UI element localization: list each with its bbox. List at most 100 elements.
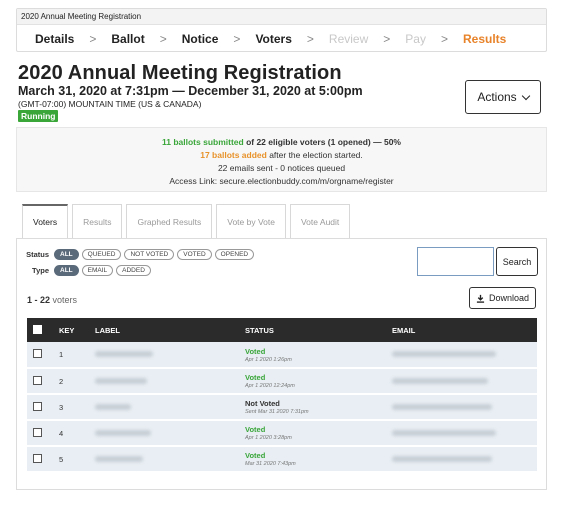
col-key[interactable]: KEY (53, 318, 89, 342)
election-dates: March 31, 2020 at 7:31pm — December 31, … (18, 84, 363, 98)
row-checkbox[interactable] (33, 427, 42, 437)
row-select-cell (27, 394, 53, 420)
tab-graphed-results[interactable]: Graphed Results (126, 204, 213, 239)
actions-button[interactable]: Actions (465, 80, 541, 114)
status-filter-queued[interactable]: QUEUED (81, 249, 122, 260)
row-key: 2 (59, 376, 64, 386)
row-checkbox[interactable] (33, 375, 42, 385)
step-separator-icon: > (159, 32, 167, 46)
added-count: 17 ballots added (200, 150, 267, 160)
status-text: Voted (245, 346, 266, 356)
row-checkbox[interactable] (33, 401, 42, 411)
row-label (89, 420, 239, 446)
row-status: Voted Apr 1 2020 12:24pm (239, 368, 386, 394)
voter-count-suffix: voters (50, 295, 78, 305)
summary-added: 17 ballots added after the election star… (17, 149, 546, 162)
results-summary: 11 ballots submitted of 22 eligible vote… (16, 127, 547, 192)
row-key: 4 (59, 428, 64, 438)
select-all-cell (27, 318, 53, 342)
wizard-step-review: Review (328, 32, 369, 46)
step-separator-icon: > (440, 32, 448, 46)
redacted-email (392, 377, 488, 384)
row-checkbox[interactable] (33, 349, 42, 358)
wizard-steps: Details > Ballot > Notice > Voters > Review > Pay >… (17, 25, 546, 53)
table-row[interactable]: 4 Voted Apr 1 2020 3:28pm (27, 420, 537, 446)
redacted-label (95, 351, 153, 357)
type-filter: Type ALL EMAIL ADDED (25, 265, 151, 276)
status-text: Voted (245, 373, 266, 382)
row-select-cell (27, 446, 53, 472)
tab-voters[interactable]: Voters (22, 204, 69, 239)
voter-range: 1 - 22 (27, 295, 51, 305)
wizard-step-results[interactable]: Results (463, 32, 506, 46)
select-all-checkbox[interactable] (33, 324, 42, 334)
row-status: Voted Mar 31 2020 7:43pm (239, 446, 386, 472)
status-badge: Running (18, 110, 59, 122)
table-row[interactable]: 5 Voted Mar 31 2020 7:43pm (27, 446, 537, 472)
voter-count: 1 - 22 voters (27, 295, 77, 305)
status-filter-voted[interactable]: VOTED (177, 249, 212, 260)
download-button[interactable]: Download (469, 287, 536, 309)
tab-vote-audit[interactable]: Vote Audit (289, 204, 351, 239)
row-key: 3 (59, 402, 64, 412)
redacted-email (392, 403, 492, 410)
type-filter-added[interactable]: ADDED (116, 265, 151, 276)
redacted-email (392, 429, 496, 436)
status-text: Voted (245, 425, 266, 434)
table-row[interactable]: 3 Not Voted Sent Mar 31 2020 7:31pm (27, 394, 537, 420)
col-status[interactable]: STATUS (239, 318, 386, 342)
step-separator-icon: > (306, 32, 314, 46)
status-filter-all[interactable]: ALL (54, 249, 79, 260)
wizard-step-pay: Pay (405, 32, 426, 46)
redacted-label (95, 429, 151, 436)
row-checkbox[interactable] (33, 453, 42, 463)
search-button[interactable]: Search (496, 247, 538, 276)
results-tabs: Voters Results Graphed Results Vote by Vote… (22, 204, 351, 239)
row-status: Voted Apr 1 2020 1:26pm (239, 342, 386, 368)
download-label: Download (488, 293, 530, 303)
status-filter-label: Status (26, 250, 49, 259)
status-text: Not Voted (245, 399, 280, 408)
status-timestamp: Mar 31 2020 7:43pm (245, 461, 296, 467)
type-filter-email[interactable]: EMAIL (81, 265, 114, 276)
status-text: Voted (245, 451, 266, 460)
wizard-step-voters[interactable]: Voters (255, 32, 291, 46)
status-timestamp: Apr 1 2020 12:24pm (245, 383, 295, 389)
tab-vote-by-vote[interactable]: Vote by Vote (216, 204, 286, 239)
summary-submitted: 11 ballots submitted of 22 eligible vote… (17, 136, 546, 149)
table-row[interactable]: 2 Voted Apr 1 2020 12:24pm (27, 368, 537, 394)
summary-emails: 22 emails sent - 0 notices queued (217, 163, 346, 173)
row-email (386, 368, 537, 394)
wizard-title: 2020 Annual Meeting Registration (17, 9, 546, 25)
type-filter-all[interactable]: ALL (54, 265, 79, 276)
step-separator-icon: > (233, 32, 241, 46)
voters-table: KEY LABEL STATUS EMAIL 1 Voted Apr 1 2020 … (27, 318, 537, 473)
row-key: 5 (59, 454, 64, 464)
search-input[interactable] (417, 247, 494, 276)
redacted-email (392, 351, 496, 357)
table-row[interactable]: 1 Voted Apr 1 2020 1:26pm (27, 342, 537, 368)
status-filter: Status ALL QUEUED NOT VOTED VOTED OPENED (25, 249, 255, 260)
row-label (89, 446, 239, 472)
row-select-cell (27, 368, 53, 394)
download-icon (476, 294, 485, 303)
row-select-cell (27, 420, 53, 446)
status-filter-not-voted[interactable]: NOT VOTED (124, 249, 175, 260)
actions-label: Actions (477, 90, 517, 104)
status-timestamp: Sent Mar 31 2020 7:31pm (245, 409, 309, 415)
wizard-step-ballot[interactable]: Ballot (111, 32, 144, 46)
status-timestamp: Apr 1 2020 1:26pm (245, 356, 292, 363)
tab-results[interactable]: Results (72, 204, 123, 239)
chevron-down-icon (521, 91, 530, 100)
col-email[interactable]: EMAIL (386, 318, 537, 342)
summary-access-link[interactable]: Access Link: secure.electionbuddy.com/m/… (17, 175, 546, 188)
redacted-email (392, 455, 492, 462)
wizard-bar: 2020 Annual Meeting Registration Details… (16, 8, 547, 52)
wizard-step-details[interactable]: Details (35, 32, 74, 46)
col-label[interactable]: LABEL (89, 318, 239, 342)
wizard-step-notice[interactable]: Notice (182, 32, 219, 46)
submitted-detail: of 22 eligible voters (1 opened) — 50% (243, 137, 401, 147)
redacted-label (95, 403, 131, 410)
status-filter-opened[interactable]: OPENED (214, 249, 255, 260)
row-label (89, 342, 239, 368)
